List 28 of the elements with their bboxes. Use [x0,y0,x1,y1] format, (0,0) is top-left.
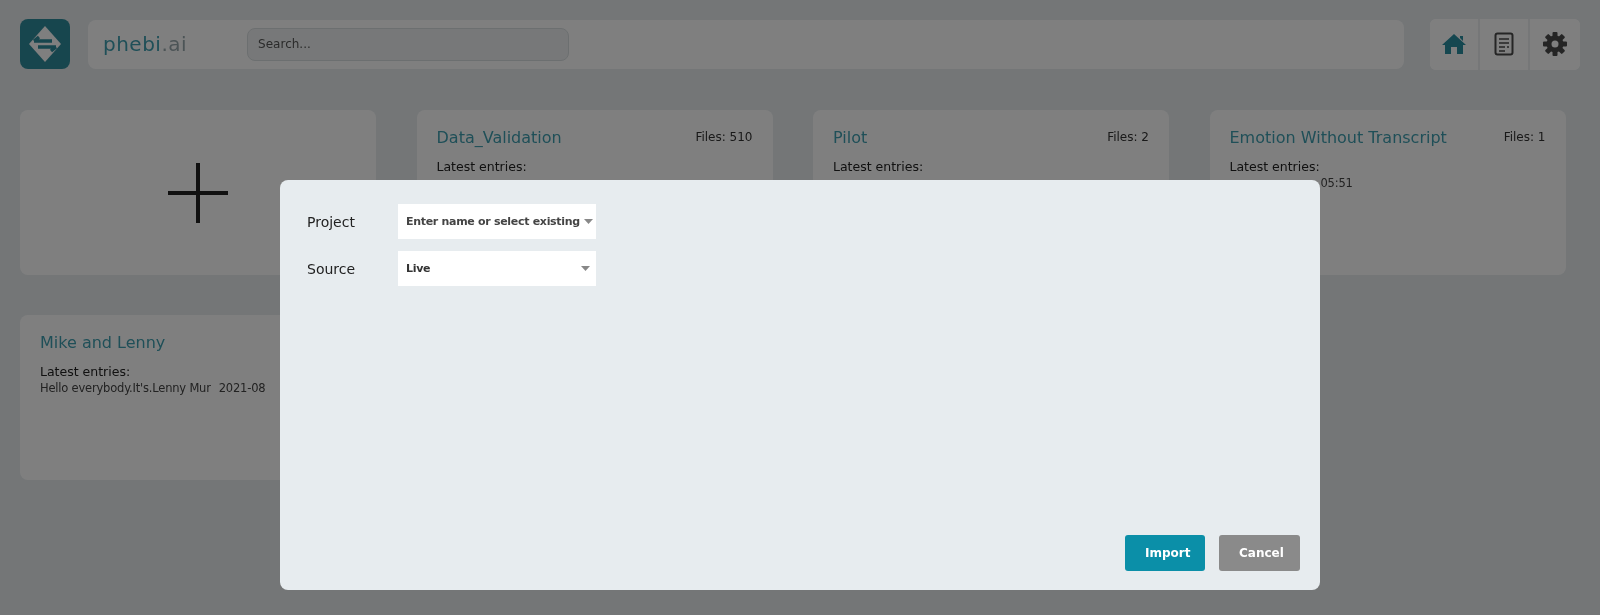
dropdown-field[interactable]: Enter name or select existing [398,204,596,239]
project-title[interactable]: Pilot [833,128,868,147]
project-title[interactable]: Emotion Without Transcript [1229,128,1447,147]
project-title[interactable]: Mike and Lenny [40,333,166,352]
project-title[interactable]: Data_Validation [436,128,562,147]
document-icon [1494,32,1514,56]
import-button[interactable]: Import [1125,535,1205,571]
caret-icon [583,219,593,224]
search-field[interactable]: Search... [247,27,570,61]
entry-text: Hello everybody.It's.Lenny Mur [40,381,211,395]
settings-icon [1542,31,1568,57]
dropdown-field[interactable]: Live [398,251,596,286]
latest-entries-label: Latest entries: [833,159,925,174]
latest-entries-label: Latest entries: [1229,159,1321,174]
latest-entries-label: Latest entries: [40,364,132,379]
file-count: Files: 1 [1503,130,1546,144]
entry-time: 05:51 [1320,176,1353,190]
entry-time: 2021-08 [218,381,266,395]
latest-entries-label: Latest entries: [436,159,528,174]
field-label: Source [307,260,357,277]
home-icon [1441,33,1467,55]
field-label: Project [307,213,356,230]
file-count: Files: 2 [1107,130,1149,144]
file-count: Files: 510 [695,130,753,144]
cancel-button[interactable]: Cancel [1219,535,1300,571]
plus-icon [166,160,230,225]
caret-icon [581,266,590,271]
logo-icon[interactable] [20,19,70,69]
